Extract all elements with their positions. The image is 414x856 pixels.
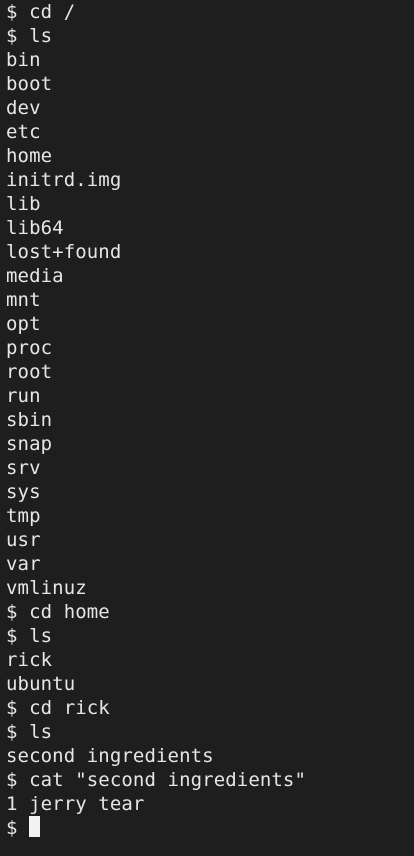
terminal-line: $ cd home — [6, 601, 110, 623]
terminal-line: bin — [6, 49, 41, 71]
terminal-line: $ cd rick — [6, 697, 110, 719]
terminal-line: lib — [6, 193, 41, 215]
terminal-line: $ cat "second ingredients" — [6, 769, 307, 791]
terminal-line: home — [6, 145, 53, 167]
terminal-line: $ ls — [6, 25, 53, 47]
terminal-line: rick — [6, 649, 53, 671]
terminal-line: tmp — [6, 505, 41, 527]
terminal-line: 1 jerry tear — [6, 793, 145, 815]
terminal-line: lost+found — [6, 241, 122, 263]
terminal-line: etc — [6, 121, 41, 143]
terminal-line: vmlinuz — [6, 577, 87, 599]
terminal-line: initrd.img — [6, 169, 122, 191]
terminal-line: dev — [6, 97, 41, 119]
terminal-line: $ ls — [6, 721, 53, 743]
prompt-symbol: $ — [6, 817, 30, 839]
terminal-line: var — [6, 553, 41, 575]
terminal-line: ubuntu — [6, 673, 76, 695]
terminal-line: $ ls — [6, 625, 53, 647]
terminal-window[interactable]: $ cd / $ ls bin boot dev etc home initrd… — [0, 0, 414, 856]
terminal-line: boot — [6, 73, 53, 95]
terminal-line: second ingredients — [6, 745, 214, 767]
terminal-line: run — [6, 385, 41, 407]
terminal-line: usr — [6, 529, 41, 551]
terminal-line: $ cd / — [6, 1, 76, 23]
prompt-line[interactable]: $ — [6, 816, 408, 840]
terminal-line: lib64 — [6, 217, 64, 239]
terminal-line: srv — [6, 457, 41, 479]
terminal-line: opt — [6, 313, 41, 335]
terminal-line: root — [6, 361, 53, 383]
terminal-line: snap — [6, 433, 53, 455]
terminal-line: sys — [6, 481, 41, 503]
terminal-line: mnt — [6, 289, 41, 311]
terminal-line: proc — [6, 337, 53, 359]
terminal-line: media — [6, 265, 64, 287]
text-cursor — [29, 816, 41, 837]
terminal-line: sbin — [6, 409, 53, 431]
